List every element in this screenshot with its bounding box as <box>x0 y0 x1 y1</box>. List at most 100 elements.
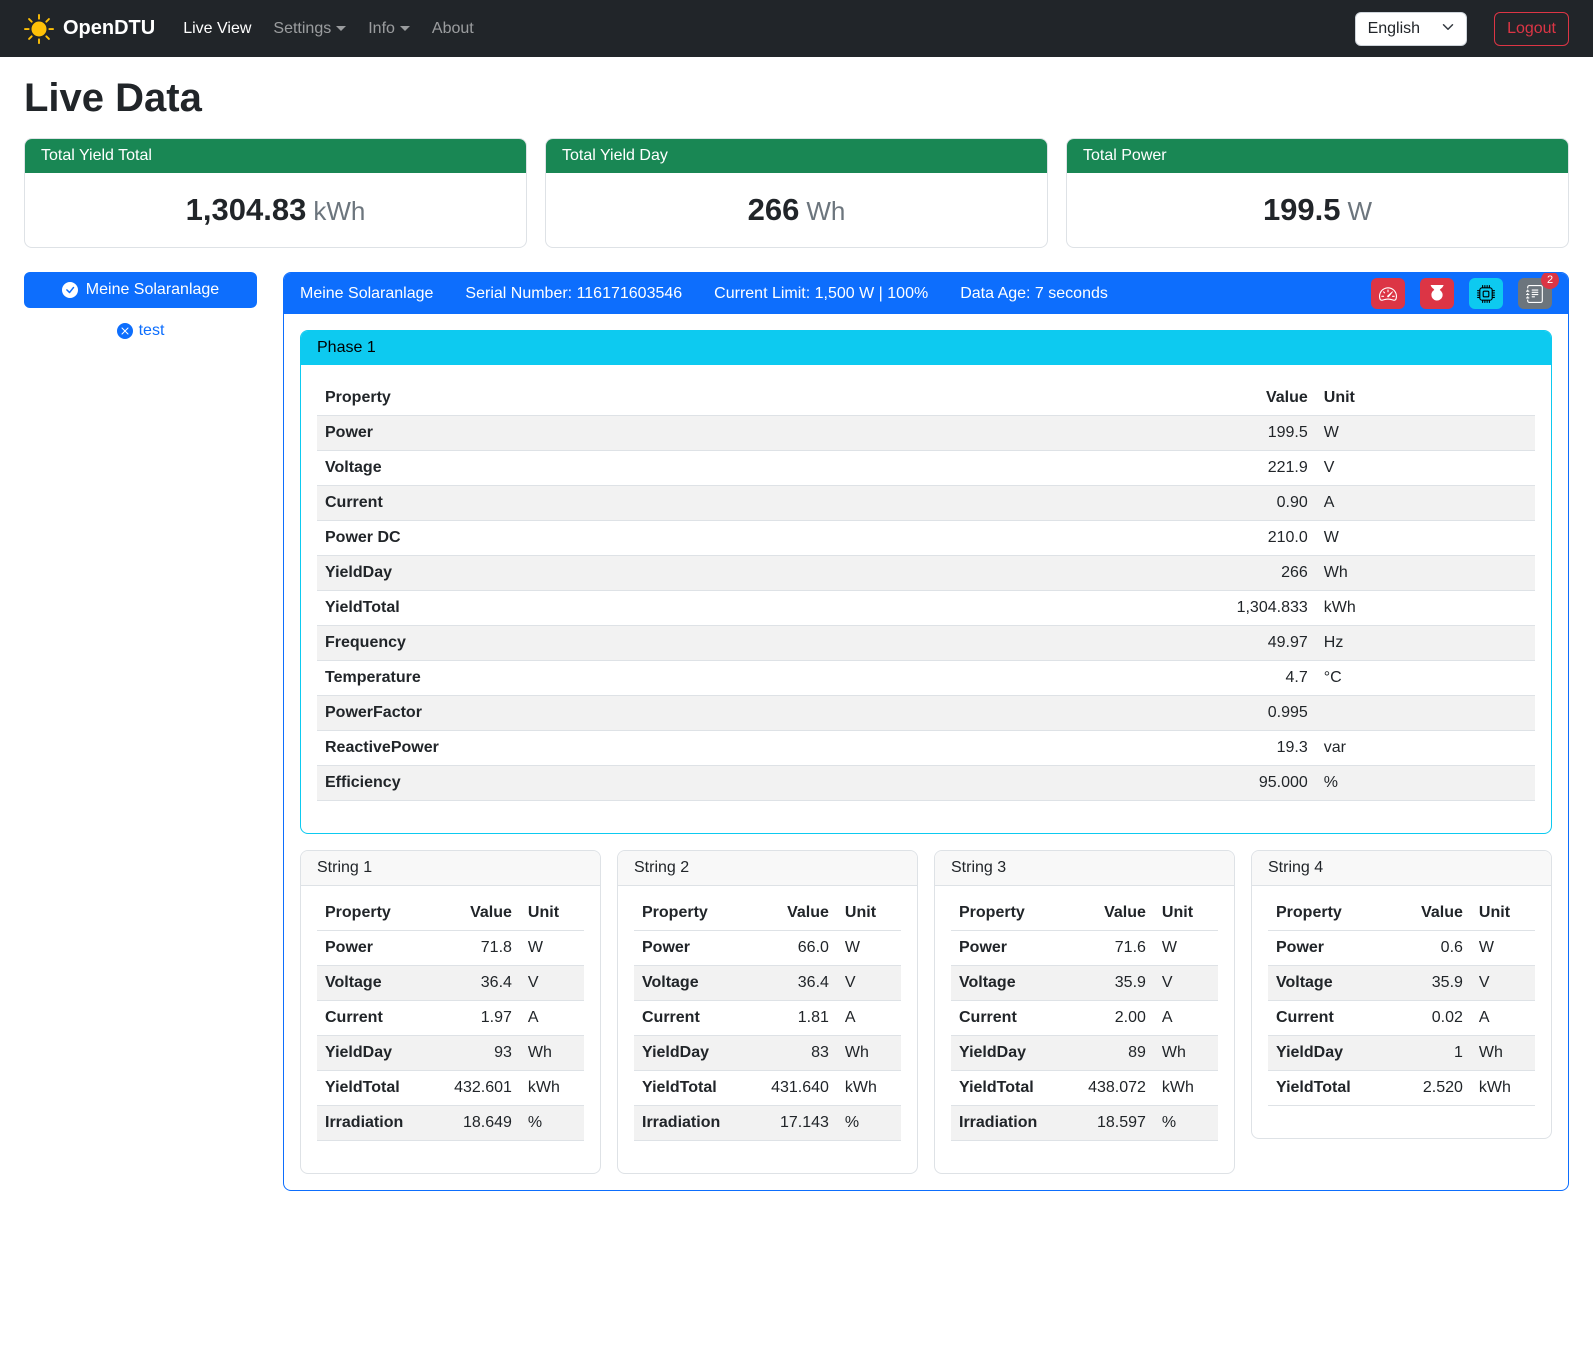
value-cell: 0.995 <box>915 696 1316 731</box>
table-row: Irradiation 17.143 % <box>634 1106 901 1141</box>
value-header: Value <box>1079 896 1154 931</box>
cpu-icon <box>1477 285 1495 303</box>
value-cell: 1,304.833 <box>915 591 1316 626</box>
value-cell: 0.90 <box>915 486 1316 521</box>
event-count-badge: 2 <box>1541 272 1559 289</box>
unit-cell: kWh <box>1154 1071 1218 1106</box>
page-title: Live Data <box>24 76 1569 121</box>
unit-cell: V <box>1471 966 1535 1001</box>
table-row: YieldDay 1 Wh <box>1268 1036 1535 1071</box>
journal-icon <box>1526 285 1544 303</box>
card-unit: W <box>1348 196 1373 226</box>
table-row: YieldTotal 431.640 kWh <box>634 1071 901 1106</box>
card-title: Total Yield Total <box>25 139 526 173</box>
nav-item-info[interactable]: Info <box>360 12 418 46</box>
table-row: Temperature 4.7 °C <box>317 661 1535 696</box>
value-cell: 432.601 <box>445 1071 520 1106</box>
value-cell: 266 <box>915 556 1316 591</box>
logout-button[interactable]: Logout <box>1494 12 1569 46</box>
string-3-card: String 3 Property Value Unit <box>934 850 1235 1174</box>
property-header: Property <box>1268 896 1396 931</box>
power-button[interactable] <box>1420 278 1454 309</box>
nav-item-live-view[interactable]: Live View <box>175 12 259 46</box>
phase-title: Phase 1 <box>301 331 1551 365</box>
property-cell: Frequency <box>317 626 915 661</box>
card-unit: kWh <box>313 196 365 226</box>
table-row: Power 66.0 W <box>634 931 901 966</box>
value-cell: 0.6 <box>1396 931 1471 966</box>
table-row: Power 199.5 W <box>317 416 1535 451</box>
limit-settings-button[interactable] <box>1371 278 1405 309</box>
property-cell: YieldTotal <box>317 1071 445 1106</box>
phase-1-card: Phase 1 Property Value Unit <box>300 330 1552 834</box>
unit-header: Unit <box>1471 896 1535 931</box>
strings-row: String 1 Property Value Unit <box>300 850 1552 1174</box>
event-log-button[interactable]: 2 <box>1518 278 1552 309</box>
unit-cell: var <box>1316 731 1535 766</box>
unit-cell: V <box>1316 451 1535 486</box>
inverter-item-test[interactable]: test <box>24 322 257 340</box>
property-cell: Irradiation <box>634 1106 762 1141</box>
table-row: Power 0.6 W <box>1268 931 1535 966</box>
dropdown-caret-icon <box>400 26 410 31</box>
card-title: Total Power <box>1067 139 1568 173</box>
property-header: Property <box>634 896 762 931</box>
unit-cell: W <box>837 931 901 966</box>
table-row: PowerFactor 0.995 <box>317 696 1535 731</box>
string-title: String 2 <box>618 851 917 886</box>
table-row: YieldTotal 1,304.833 kWh <box>317 591 1535 626</box>
nav-links: Live View Settings Info About <box>175 12 1354 46</box>
value-cell: 89 <box>1079 1036 1154 1071</box>
value-header: Value <box>445 896 520 931</box>
property-cell: Efficiency <box>317 766 915 801</box>
string-table: Property Value Unit Power 66.0 <box>634 896 901 1141</box>
x-circle-icon <box>117 323 133 339</box>
card-value: 1,304.83 <box>186 192 307 227</box>
unit-cell: W <box>1154 931 1218 966</box>
inverter-action-buttons: 2 <box>1371 278 1552 309</box>
value-cell: 49.97 <box>915 626 1316 661</box>
value-cell: 210.0 <box>915 521 1316 556</box>
inverter-sidebar: Meine Solaranlage test <box>24 272 257 340</box>
total-yield-day-card: Total Yield Day 266Wh <box>545 138 1048 248</box>
value-header: Value <box>915 381 1316 416</box>
string-body: Property Value Unit Power 71.8 <box>301 886 600 1173</box>
value-cell: 1.81 <box>762 1001 837 1036</box>
value-cell: 93 <box>445 1036 520 1071</box>
table-row: YieldTotal 2.520 kWh <box>1268 1071 1535 1106</box>
string-body: Property Value Unit Power 66.0 <box>618 886 917 1173</box>
brand-label: OpenDTU <box>63 17 155 40</box>
value-cell: 199.5 <box>915 416 1316 451</box>
brand-link[interactable]: OpenDTU <box>24 14 155 44</box>
top-navbar: OpenDTU Live View Settings Info About En… <box>0 0 1593 57</box>
unit-cell: V <box>837 966 901 1001</box>
card-title: Total Yield Day <box>546 139 1047 173</box>
unit-cell: W <box>1471 931 1535 966</box>
value-cell: 0.02 <box>1396 1001 1471 1036</box>
unit-header: Unit <box>837 896 901 931</box>
property-cell: Current <box>634 1001 762 1036</box>
inverter-panel-body: Phase 1 Property Value Unit <box>284 314 1568 1190</box>
unit-cell: V <box>520 966 584 1001</box>
unit-cell: kWh <box>520 1071 584 1106</box>
property-cell: Power <box>317 416 915 451</box>
nav-item-about[interactable]: About <box>424 12 482 46</box>
property-cell: Voltage <box>1268 966 1396 1001</box>
unit-cell: A <box>1316 486 1535 521</box>
value-cell: 1.97 <box>445 1001 520 1036</box>
phase-table: Property Value Unit Power 199.5 W <box>317 381 1535 801</box>
property-cell: PowerFactor <box>317 696 915 731</box>
table-row: ReactivePower 19.3 var <box>317 731 1535 766</box>
property-cell: YieldTotal <box>317 591 915 626</box>
device-info-button[interactable] <box>1469 278 1503 309</box>
property-header: Property <box>951 896 1079 931</box>
unit-cell: % <box>837 1106 901 1141</box>
language-select[interactable]: English <box>1355 12 1467 46</box>
property-cell: Current <box>317 1001 445 1036</box>
property-cell: Power DC <box>317 521 915 556</box>
language-select-value: English <box>1368 20 1420 38</box>
nav-item-settings[interactable]: Settings <box>265 12 354 46</box>
property-cell: Current <box>1268 1001 1396 1036</box>
inverter-selected-button[interactable]: Meine Solaranlage <box>24 272 257 308</box>
unit-cell: Wh <box>1471 1036 1535 1071</box>
